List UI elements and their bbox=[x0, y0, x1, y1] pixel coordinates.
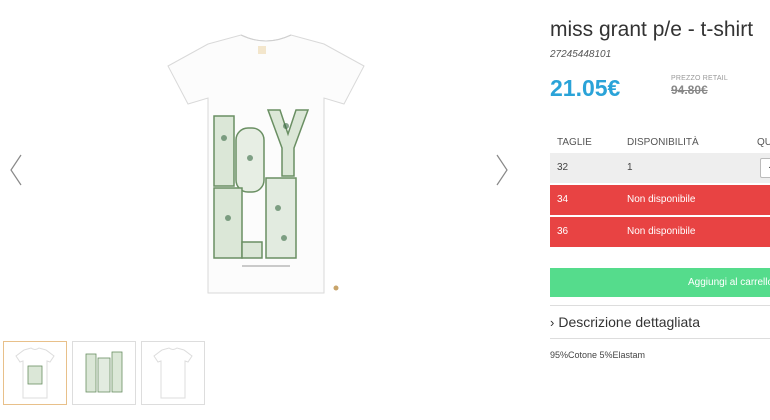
thumbnail-image bbox=[15, 347, 55, 399]
divider bbox=[550, 305, 770, 306]
retail-price-label: PREZZO RETAIL bbox=[671, 75, 728, 82]
description-toggle-label: Descrizione dettagliata bbox=[558, 314, 700, 330]
add-to-cart-label: Aggiungi al carrello bbox=[688, 277, 770, 288]
size-row-32: 32 1 · bbox=[550, 153, 770, 183]
thumbnail-3[interactable] bbox=[141, 341, 205, 405]
product-gallery bbox=[0, 0, 530, 420]
size-value: 32 bbox=[557, 162, 569, 173]
column-header-quantity: QU bbox=[757, 137, 770, 148]
chevron-left-icon bbox=[10, 154, 22, 186]
size-row-36: 36 Non disponibile bbox=[550, 217, 770, 247]
thumbnail-image bbox=[153, 347, 193, 399]
availability-value: Non disponibile bbox=[627, 194, 696, 205]
gallery-next-arrow[interactable] bbox=[492, 150, 512, 190]
sizes-table: TAGLIE DISPONIBILITÀ QU 32 1 · 34 Non di… bbox=[550, 133, 770, 247]
product-main-image[interactable] bbox=[28, 8, 508, 318]
add-to-cart-button[interactable]: Aggiungi al carrello bbox=[550, 268, 770, 297]
gallery-prev-arrow[interactable] bbox=[6, 150, 26, 190]
product-sku: 27245448101 bbox=[550, 49, 612, 60]
thumbnail-2[interactable] bbox=[72, 341, 136, 405]
chevron-right-icon bbox=[496, 154, 508, 186]
divider bbox=[550, 338, 770, 339]
retail-price: 94.80€ bbox=[671, 83, 708, 97]
thumbnail-1[interactable] bbox=[3, 341, 67, 405]
column-header-size: TAGLIE bbox=[557, 137, 592, 148]
chevron-right-icon: › bbox=[550, 315, 555, 330]
product-title: miss grant p/e - t-shirt bbox=[550, 18, 754, 41]
product-price: 21.05€ bbox=[550, 75, 621, 101]
sizes-table-header: TAGLIE DISPONIBILITÀ QU bbox=[550, 133, 770, 151]
size-row-34: 34 Non disponibile bbox=[550, 185, 770, 215]
product-info: miss grant p/e - t-shirt 27245448101 21.… bbox=[550, 0, 770, 420]
thumbnail-image bbox=[83, 350, 125, 396]
product-composition: 95%Cotone 5%Elastam bbox=[550, 350, 646, 360]
column-header-availability: DISPONIBILITÀ bbox=[627, 137, 699, 148]
availability-value: 1 bbox=[627, 162, 633, 173]
description-toggle[interactable]: › Descrizione dettagliata bbox=[550, 314, 700, 330]
availability-value: Non disponibile bbox=[627, 226, 696, 237]
quantity-select[interactable]: · bbox=[760, 158, 770, 178]
size-value: 36 bbox=[557, 226, 569, 237]
size-value: 34 bbox=[557, 194, 569, 205]
